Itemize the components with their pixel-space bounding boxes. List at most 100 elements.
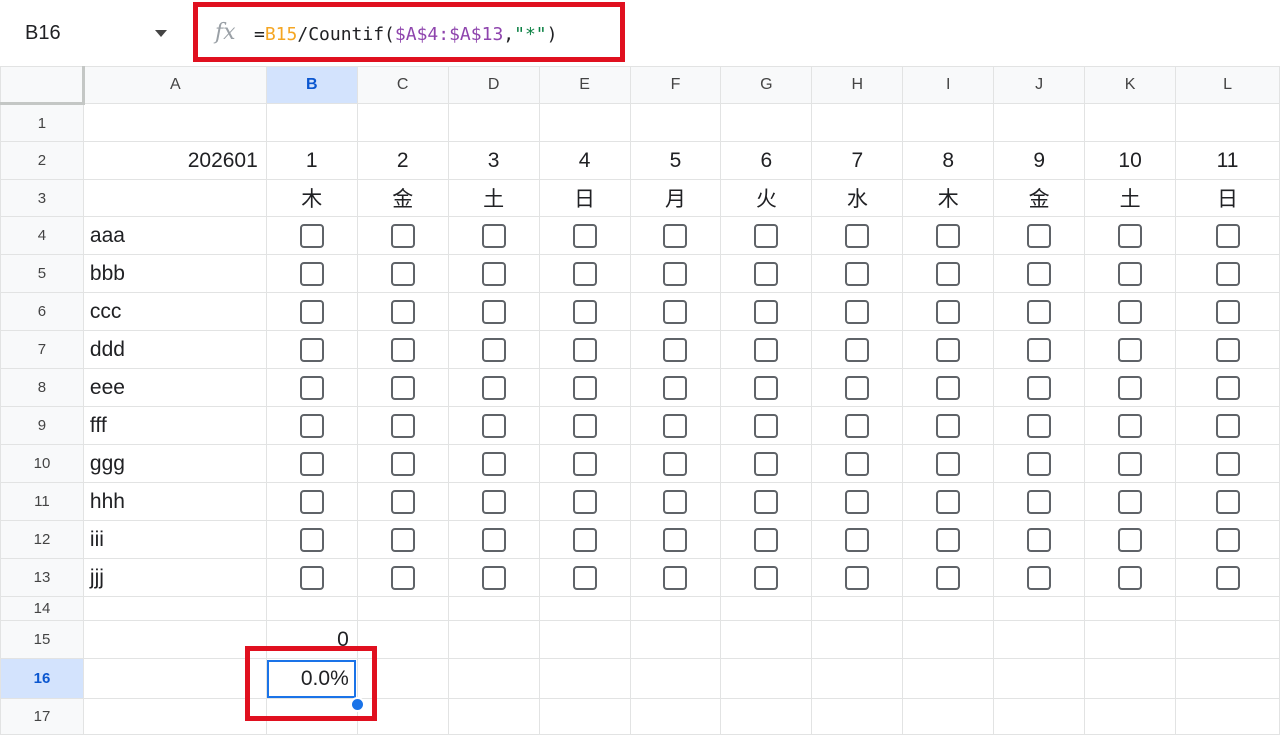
- fill-handle[interactable]: [350, 697, 365, 712]
- cell-i5[interactable]: [902, 254, 995, 293]
- checkbox[interactable]: [299, 489, 324, 514]
- cell-g16[interactable]: [720, 658, 813, 699]
- cell-d14[interactable]: [447, 596, 540, 621]
- row-header-14[interactable]: 14: [0, 596, 84, 621]
- checkbox[interactable]: [845, 337, 870, 362]
- formula-input[interactable]: =B15/Countif($A$4:$A$13,"*"): [254, 24, 557, 45]
- cell-k17[interactable]: [1084, 698, 1177, 735]
- checkbox[interactable]: [299, 337, 324, 362]
- cell-e9[interactable]: [538, 406, 631, 445]
- cell-i12[interactable]: [902, 520, 995, 559]
- cell-c3[interactable]: 金: [356, 179, 449, 217]
- cell-h16[interactable]: [811, 658, 904, 699]
- cell-b13[interactable]: [265, 558, 358, 597]
- cell-f4[interactable]: [629, 216, 722, 255]
- checkbox[interactable]: [936, 375, 961, 400]
- checkbox[interactable]: [481, 413, 506, 438]
- checkbox[interactable]: [663, 413, 688, 438]
- checkbox[interactable]: [299, 223, 324, 248]
- cell-c9[interactable]: [356, 406, 449, 445]
- cell-j17[interactable]: [993, 698, 1086, 735]
- row-header-17[interactable]: 17: [0, 698, 84, 735]
- cell-a9[interactable]: fff: [82, 406, 267, 445]
- checkbox[interactable]: [1215, 489, 1240, 514]
- checkbox[interactable]: [481, 565, 506, 590]
- cell-f5[interactable]: [629, 254, 722, 293]
- checkbox[interactable]: [390, 527, 415, 552]
- cell-g8[interactable]: [720, 368, 813, 407]
- cell-e4[interactable]: [538, 216, 631, 255]
- checkbox[interactable]: [1118, 223, 1143, 248]
- cell-e7[interactable]: [538, 330, 631, 369]
- cell-c17[interactable]: [356, 698, 449, 735]
- checkbox[interactable]: [1215, 299, 1240, 324]
- checkbox[interactable]: [663, 261, 688, 286]
- cell-b2[interactable]: 1: [265, 141, 358, 180]
- cell-a14[interactable]: [82, 596, 267, 621]
- cell-e2[interactable]: 4: [538, 141, 631, 180]
- cell-j7[interactable]: [993, 330, 1086, 369]
- cell-e10[interactable]: [538, 444, 631, 483]
- column-header-k[interactable]: K: [1084, 66, 1177, 104]
- cell-f8[interactable]: [629, 368, 722, 407]
- checkbox[interactable]: [481, 489, 506, 514]
- cell-e5[interactable]: [538, 254, 631, 293]
- cell-g4[interactable]: [720, 216, 813, 255]
- cell-c1[interactable]: [356, 103, 449, 142]
- cell-g3[interactable]: 火: [720, 179, 813, 217]
- checkbox[interactable]: [845, 565, 870, 590]
- cell-l7[interactable]: [1175, 330, 1280, 369]
- checkbox[interactable]: [572, 489, 597, 514]
- cell-l5[interactable]: [1175, 254, 1280, 293]
- cell-g15[interactable]: [720, 620, 813, 659]
- checkbox[interactable]: [390, 223, 415, 248]
- row-header-3[interactable]: 3: [0, 179, 84, 217]
- checkbox[interactable]: [845, 223, 870, 248]
- cell-k8[interactable]: [1084, 368, 1177, 407]
- cell-l4[interactable]: [1175, 216, 1280, 255]
- cell-f15[interactable]: [629, 620, 722, 659]
- cell-j1[interactable]: [993, 103, 1086, 142]
- column-header-l[interactable]: L: [1175, 66, 1280, 104]
- cell-l16[interactable]: [1175, 658, 1280, 699]
- cell-b16[interactable]: 0.0%: [265, 658, 358, 699]
- cell-f10[interactable]: [629, 444, 722, 483]
- checkbox[interactable]: [481, 527, 506, 552]
- cell-h3[interactable]: 水: [811, 179, 904, 217]
- checkbox[interactable]: [1215, 261, 1240, 286]
- cell-f3[interactable]: 月: [629, 179, 722, 217]
- cell-c14[interactable]: [356, 596, 449, 621]
- cell-a15[interactable]: [82, 620, 267, 659]
- checkbox[interactable]: [845, 527, 870, 552]
- cell-c12[interactable]: [356, 520, 449, 559]
- checkbox[interactable]: [1118, 527, 1143, 552]
- checkbox[interactable]: [1118, 337, 1143, 362]
- row-header-10[interactable]: 10: [0, 444, 84, 483]
- column-header-e[interactable]: E: [538, 66, 631, 104]
- cell-h5[interactable]: [811, 254, 904, 293]
- row-header-15[interactable]: 15: [0, 620, 84, 659]
- cell-a8[interactable]: eee: [82, 368, 267, 407]
- cell-c8[interactable]: [356, 368, 449, 407]
- row-header-16[interactable]: 16: [0, 658, 84, 699]
- cell-d4[interactable]: [447, 216, 540, 255]
- cell-k1[interactable]: [1084, 103, 1177, 142]
- cell-e17[interactable]: [538, 698, 631, 735]
- cell-a16[interactable]: [82, 658, 267, 699]
- cell-g14[interactable]: [720, 596, 813, 621]
- cell-i8[interactable]: [902, 368, 995, 407]
- checkbox[interactable]: [481, 451, 506, 476]
- cell-h10[interactable]: [811, 444, 904, 483]
- cell-h9[interactable]: [811, 406, 904, 445]
- cell-i10[interactable]: [902, 444, 995, 483]
- checkbox[interactable]: [572, 413, 597, 438]
- checkbox[interactable]: [936, 261, 961, 286]
- checkbox[interactable]: [754, 261, 779, 286]
- row-header-4[interactable]: 4: [0, 216, 84, 255]
- checkbox[interactable]: [390, 413, 415, 438]
- cell-k14[interactable]: [1084, 596, 1177, 621]
- cell-k3[interactable]: 土: [1084, 179, 1177, 217]
- cell-d8[interactable]: [447, 368, 540, 407]
- cell-k2[interactable]: 10: [1084, 141, 1177, 180]
- cell-g6[interactable]: [720, 292, 813, 331]
